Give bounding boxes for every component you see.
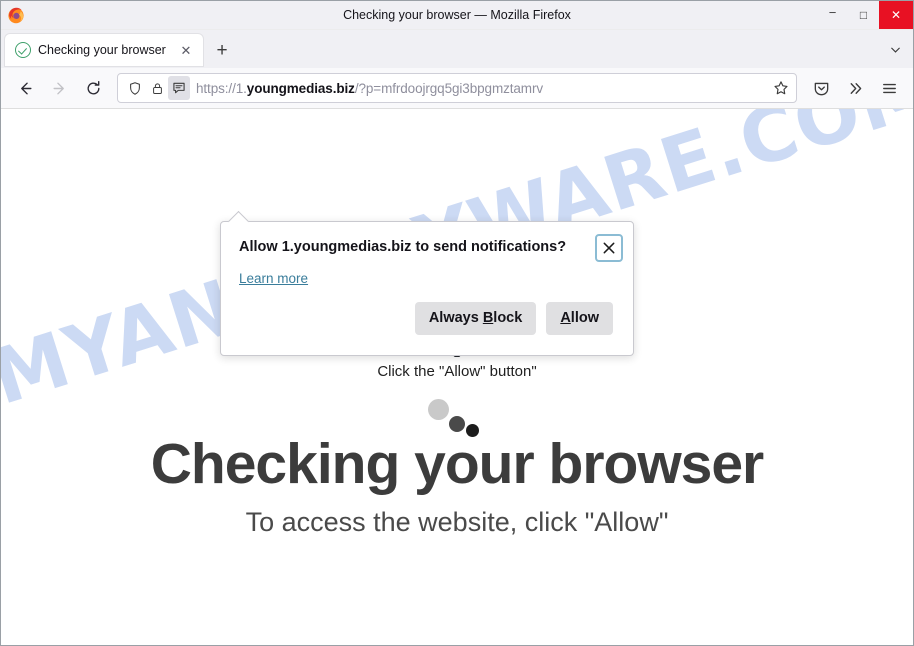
browser-window: Checking your browser — Mozilla Firefox … — [0, 0, 914, 646]
always-block-suffix: lock — [493, 310, 523, 326]
forward-arrow-icon — [52, 81, 64, 95]
reload-button[interactable] — [77, 73, 109, 103]
maximize-icon: □ — [859, 8, 868, 22]
lock-icon[interactable] — [146, 76, 168, 100]
maximize-button[interactable]: □ — [848, 1, 879, 29]
learn-more-row: Learn more — [221, 262, 633, 288]
window-title: Checking your browser — Mozilla Firefox — [343, 8, 571, 22]
firefox-logo-icon — [7, 6, 25, 24]
navigation-toolbar: https://1.youngmedias.biz/?p=mfrdoojrgq5… — [1, 68, 913, 109]
notification-permission-panel: Allow 1.youngmedias.biz to send notifica… — [220, 210, 634, 356]
always-block-button[interactable]: Always Block — [414, 302, 537, 335]
close-icon — [603, 242, 615, 254]
overflow-menu-button[interactable] — [839, 73, 871, 103]
page-headline: Checking your browser — [150, 432, 765, 496]
url-path: /?p=mfrdoojrgq5gi3bpgmztamrv — [354, 80, 543, 96]
url-bar[interactable]: https://1.youngmedias.biz/?p=mfrdoojrgq5… — [117, 73, 797, 103]
url-host: youngmedias.biz — [246, 80, 355, 96]
window-controls: − □ ✕ — [817, 1, 913, 29]
arrow-caption: Click the "Allow" button" — [377, 363, 537, 380]
url-text[interactable]: https://1.youngmedias.biz/?p=mfrdoojrgq5… — [196, 81, 768, 96]
tab-strip: Checking your browser ✕ + — [1, 30, 913, 68]
always-block-prefix: Always — [428, 310, 483, 326]
allow-button[interactable]: Allow — [546, 302, 613, 335]
tab-checking-your-browser[interactable]: Checking your browser ✕ — [5, 34, 203, 66]
panel-header: Allow 1.youngmedias.biz to send notifica… — [221, 222, 633, 262]
url-scheme: https://1. — [196, 80, 247, 96]
back-button[interactable] — [9, 73, 41, 103]
reload-icon — [87, 80, 100, 94]
always-block-accesskey: B — [482, 310, 494, 326]
check-circle-favicon-icon — [15, 42, 31, 58]
double-chevron-right-icon — [850, 82, 861, 94]
pocket-icon — [814, 82, 828, 95]
close-panel-button[interactable] — [595, 234, 623, 262]
allow-suffix: llow — [570, 310, 599, 326]
panel-actions: Always Block Allow — [221, 288, 633, 355]
learn-more-link[interactable]: Learn more — [239, 271, 308, 286]
back-arrow-icon — [20, 81, 32, 95]
shield-icon[interactable] — [124, 76, 146, 100]
title-bar: Checking your browser — Mozilla Firefox … — [1, 1, 913, 30]
new-tab-button[interactable]: + — [207, 35, 237, 65]
minimize-button[interactable]: − — [817, 1, 848, 29]
chevron-down-icon — [890, 46, 900, 53]
forward-button[interactable] — [43, 73, 75, 103]
close-icon: ✕ — [890, 8, 902, 22]
spinner-dot-medium — [449, 416, 465, 432]
app-menu-button[interactable] — [873, 73, 905, 103]
tab-title: Checking your browser — [38, 43, 166, 57]
panel-title: Allow 1.youngmedias.biz to send notifica… — [239, 239, 567, 255]
hamburger-menu-icon — [882, 83, 896, 93]
allow-accesskey: A — [560, 310, 571, 326]
page-content: MYANTISPYWARE.COM Click the "Allow" butt… — [1, 109, 913, 645]
close-window-button[interactable]: ✕ — [879, 1, 913, 29]
spinner-dot-large — [428, 399, 449, 420]
page-subheadline: To access the website, click "Allow" — [245, 507, 669, 537]
minimize-icon: − — [828, 4, 837, 20]
close-tab-icon[interactable]: ✕ — [177, 41, 195, 59]
list-all-tabs-button[interactable] — [881, 36, 909, 62]
notification-bubble-icon[interactable] — [168, 76, 190, 100]
bookmark-star-icon[interactable] — [768, 75, 794, 101]
pocket-button[interactable] — [805, 73, 837, 103]
